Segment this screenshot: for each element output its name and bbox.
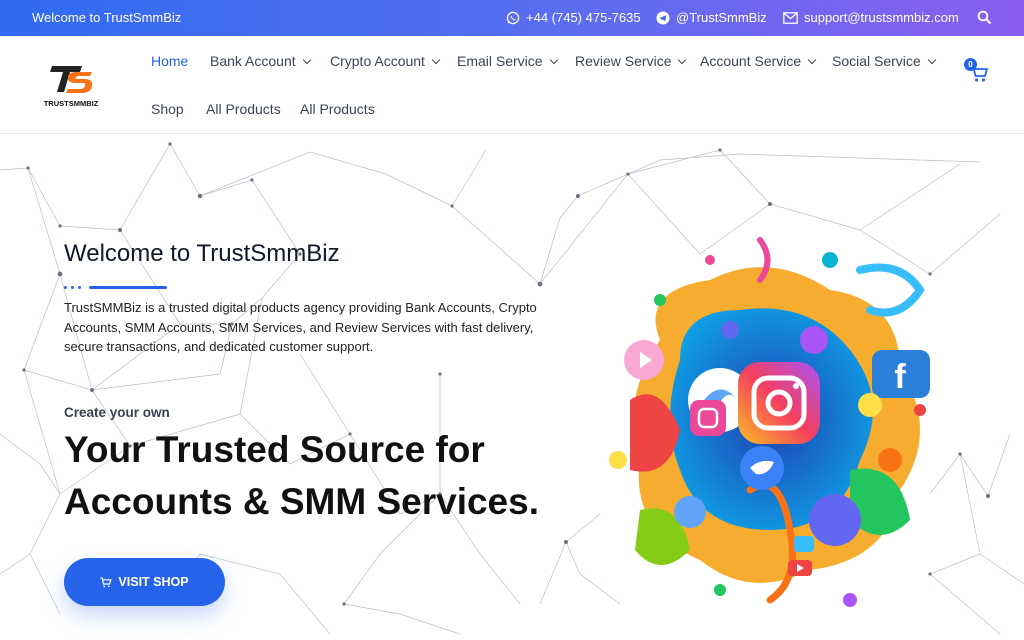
- site-logo[interactable]: TRUSTSMMBIZ: [38, 62, 104, 110]
- top-bar: Welcome to TrustSmmBiz +44 (745) 475-763…: [0, 0, 1024, 36]
- nav-email-service[interactable]: Email Service: [457, 53, 558, 69]
- nav-label: Social Service: [832, 53, 921, 69]
- nav-home[interactable]: Home: [151, 53, 188, 69]
- search-button[interactable]: [977, 10, 992, 25]
- nav-label: Home: [151, 53, 189, 69]
- hero-section: Welcome to TrustSmmBiz TrustSMMBiz is a …: [0, 134, 1024, 640]
- nav-crypto-account[interactable]: Crypto Account: [330, 53, 441, 69]
- title-divider: [64, 286, 167, 289]
- nav-social-service[interactable]: Social Service: [832, 53, 936, 69]
- chevron-down-icon: [302, 55, 311, 64]
- telegram-link[interactable]: @TrustSmmBiz: [656, 10, 767, 25]
- cart-count-badge: 0: [964, 58, 977, 71]
- chevron-down-icon: [678, 55, 687, 64]
- chevron-down-icon: [549, 55, 558, 64]
- cart-button[interactable]: 0: [964, 58, 990, 82]
- telegram-handle: @TrustSmmBiz: [676, 10, 767, 25]
- site-header: TRUSTSMMBIZ Home Bank Account Crypto Acc…: [0, 36, 1024, 134]
- logo-text: TRUSTSMMBIZ: [44, 99, 99, 108]
- nav-label: Review Service: [575, 53, 672, 69]
- nav-all-products-2[interactable]: All Products: [300, 101, 375, 117]
- email-link[interactable]: support@trustsmmbiz.com: [783, 10, 959, 25]
- nav-review-service[interactable]: Review Service: [575, 53, 687, 69]
- envelope-icon: [783, 11, 798, 24]
- svg-text:f: f: [894, 358, 906, 396]
- nav-label: Shop: [151, 101, 184, 117]
- phone-link[interactable]: +44 (745) 475-7635: [506, 10, 641, 25]
- nav-label: Account Service: [700, 53, 802, 69]
- nav-label: Bank Account: [210, 53, 296, 69]
- phone-number: +44 (745) 475-7635: [526, 10, 641, 25]
- nav-account-service[interactable]: Account Service: [700, 53, 817, 69]
- nav-bank-account[interactable]: Bank Account: [210, 53, 311, 69]
- email-address: support@trustsmmbiz.com: [804, 10, 959, 25]
- whatsapp-icon: [506, 11, 520, 24]
- hero-description: TrustSMMBiz is a trusted digital product…: [64, 300, 537, 354]
- chevron-down-icon: [431, 55, 441, 64]
- hero-title: Welcome to TrustSmmBiz: [64, 240, 340, 267]
- nav-label: Email Service: [457, 53, 543, 69]
- chevron-down-icon: [927, 55, 936, 64]
- social-media-illustration: f: [609, 237, 930, 607]
- chevron-down-icon: [807, 55, 817, 64]
- nav-label: All Products: [300, 101, 375, 117]
- nav-shop[interactable]: Shop: [151, 101, 184, 117]
- hero-headline: Your Trusted Source for Accounts & SMM S…: [64, 429, 539, 522]
- search-icon: [977, 10, 992, 25]
- telegram-icon: [656, 11, 670, 24]
- visit-shop-label: VISIT SHOP: [118, 575, 189, 589]
- nav-label: All Products: [206, 101, 281, 117]
- visit-shop-button[interactable]: VISIT SHOP: [64, 558, 225, 606]
- cart-icon: [100, 576, 113, 587]
- welcome-text: Welcome to TrustSmmBiz: [32, 10, 182, 25]
- nav-label: Crypto Account: [330, 53, 425, 69]
- nav-all-products[interactable]: All Products: [206, 101, 281, 117]
- hero-subheading: Create your own: [64, 405, 170, 420]
